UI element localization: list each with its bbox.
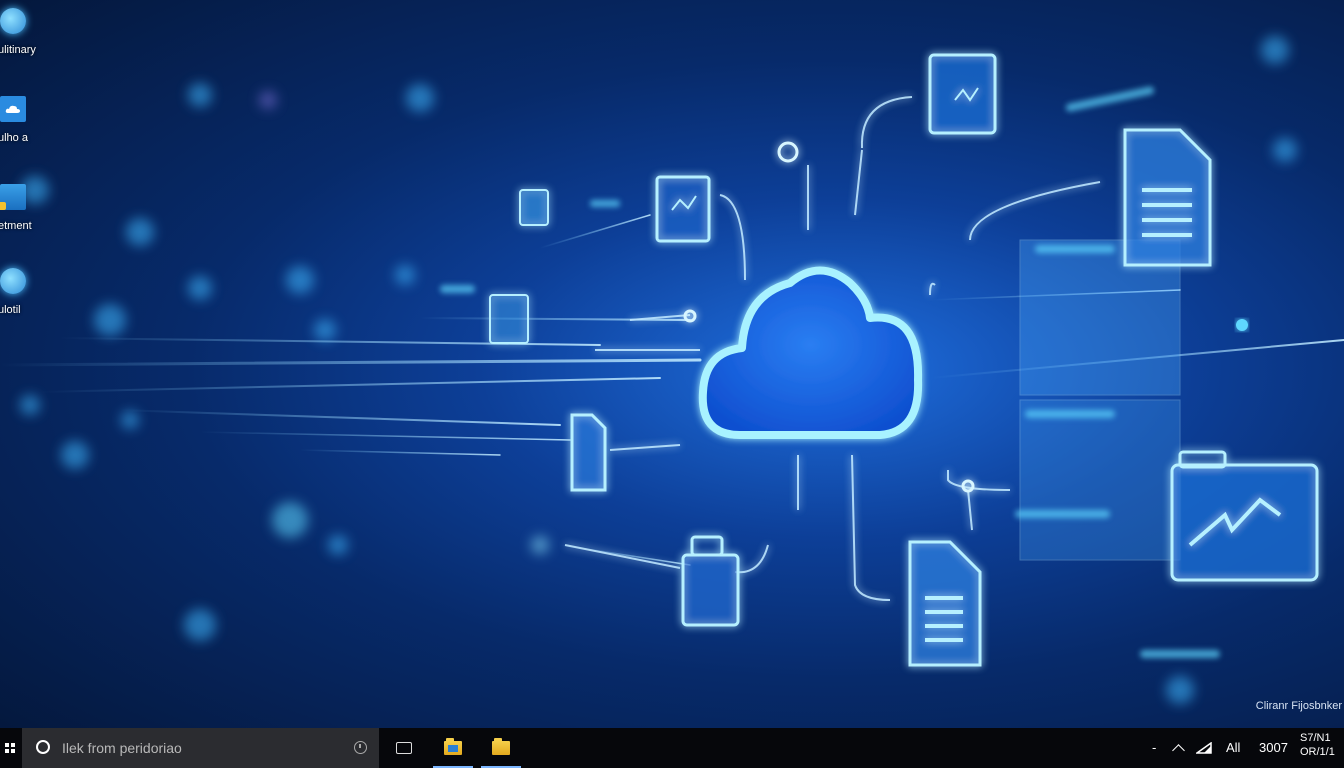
search-placeholder: Ilek from peridoriao xyxy=(62,740,182,756)
clock-date: OR/1/1 xyxy=(1300,746,1335,758)
clock[interactable]: S7/N1 OR/1/1 xyxy=(1300,731,1344,759)
watermark: Cliranr Fijosbnker xyxy=(1255,700,1342,712)
task-view-icon xyxy=(396,742,412,754)
desktop-icon-3[interactable]: etment xyxy=(0,184,40,232)
desktop-icon-label: ulho a xyxy=(0,132,28,144)
start-button[interactable] xyxy=(0,728,20,768)
clock-time: S7/N1 xyxy=(1300,732,1331,744)
tray-separator: - xyxy=(1152,740,1157,755)
chevron-up-icon xyxy=(1172,744,1185,757)
cortana-icon xyxy=(36,740,50,754)
desktop-icon-4[interactable]: ulotil xyxy=(0,268,40,316)
network-label[interactable]: All xyxy=(1226,740,1240,755)
globe-icon xyxy=(0,268,26,294)
globe-icon xyxy=(0,8,26,34)
cloud-icon xyxy=(0,96,26,122)
folder-button[interactable] xyxy=(479,728,523,768)
desktop-icon-1[interactable]: ulitinary xyxy=(0,8,40,56)
desktop: ulitinary ulho a etment ulotil Cliranr F… xyxy=(0,0,1344,728)
desktop-icon-label: ulotil xyxy=(0,304,21,316)
file-explorer-icon xyxy=(444,738,462,755)
folder-icon xyxy=(492,738,510,755)
search-box[interactable]: Ilek from peridoriao xyxy=(22,728,379,768)
network-button[interactable] xyxy=(1196,728,1212,768)
wallpaper xyxy=(0,36,1344,704)
folder-icon xyxy=(0,184,26,210)
microphone-icon[interactable] xyxy=(354,741,367,754)
desktop-icon-label: etment xyxy=(0,220,32,232)
file-explorer-button[interactable] xyxy=(431,728,475,768)
taskbar: Ilek from peridoriao - All 3007 S7/N1 OR… xyxy=(0,728,1344,768)
tray-number[interactable]: 3007 xyxy=(1259,740,1288,755)
desktop-icon-label: ulitinary xyxy=(0,44,36,56)
network-signal-icon xyxy=(1196,742,1212,754)
desktop-icon-2[interactable]: ulho a xyxy=(0,96,40,144)
show-hidden-icons-button[interactable] xyxy=(1172,728,1185,768)
windows-logo-icon xyxy=(5,743,15,753)
cloud-icon xyxy=(698,266,923,439)
task-view-button[interactable] xyxy=(382,728,426,768)
